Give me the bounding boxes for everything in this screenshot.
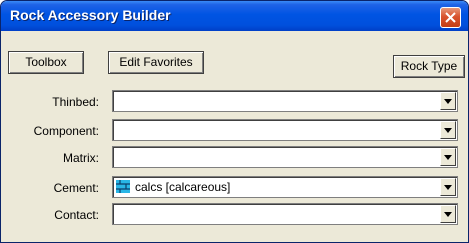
chevron-down-icon (444, 128, 452, 133)
cement-value: calcs [calcareous] (135, 180, 231, 194)
rock-accessory-builder-window: Rock Accessory Builder Toolbox Edit Favo… (0, 0, 469, 243)
contact-select[interactable] (112, 203, 458, 225)
close-button[interactable] (440, 7, 461, 28)
edit-favorites-button[interactable]: Edit Favorites (108, 51, 204, 74)
chevron-down-icon (444, 155, 452, 160)
contact-dropdown-button[interactable] (440, 205, 456, 223)
thinbed-dropdown-button[interactable] (440, 92, 456, 110)
window-title: Rock Accessory Builder (10, 7, 171, 23)
component-select[interactable] (112, 119, 458, 141)
close-icon (445, 12, 456, 23)
matrix-select[interactable] (112, 146, 458, 168)
cement-label: Cement: (53, 181, 99, 195)
dialog-body: Toolbox Edit Favorites Rock Type Thinbed… (4, 31, 465, 239)
component-dropdown-button[interactable] (440, 121, 456, 139)
thinbed-label: Thinbed: (52, 95, 99, 109)
matrix-dropdown-button[interactable] (440, 148, 456, 166)
toolbox-button[interactable]: Toolbox (8, 51, 84, 74)
cement-dropdown-button[interactable] (440, 178, 456, 196)
matrix-label: Matrix: (63, 151, 99, 165)
component-label: Component: (33, 124, 99, 138)
chevron-down-icon (444, 185, 452, 190)
chevron-down-icon (444, 99, 452, 104)
title-bar[interactable]: Rock Accessory Builder (1, 1, 468, 31)
contact-label: Contact: (54, 208, 99, 222)
chevron-down-icon (444, 212, 452, 217)
calcareous-pattern-icon (116, 180, 130, 193)
rock-type-button[interactable]: Rock Type (393, 55, 465, 78)
cement-select[interactable]: calcs [calcareous] (112, 176, 458, 198)
thinbed-select[interactable] (112, 90, 458, 112)
